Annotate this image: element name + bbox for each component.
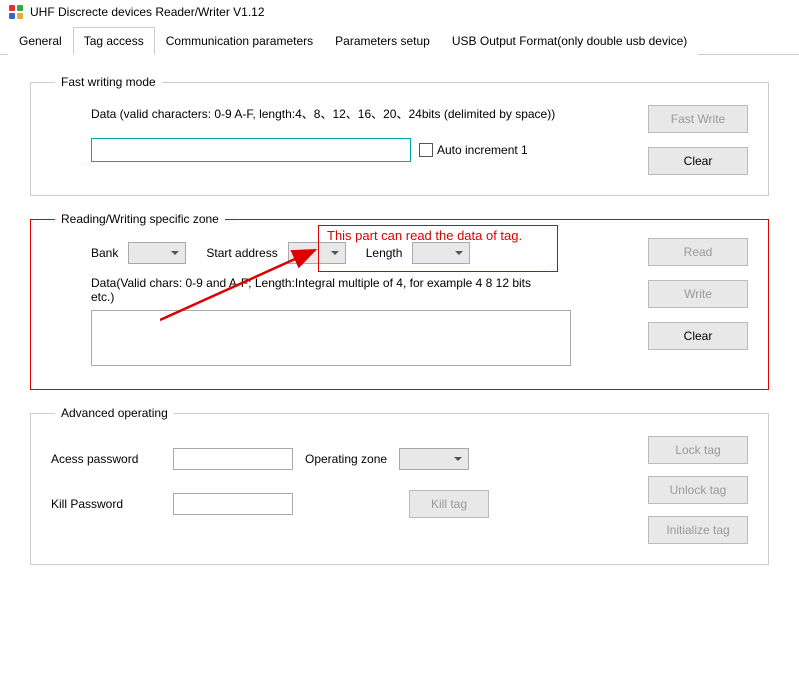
advanced-legend: Advanced operating (55, 406, 174, 420)
tab-tag-access[interactable]: Tag access (73, 27, 155, 55)
fast-data-label: Data (valid characters: 0-9 A-F, length:… (91, 105, 648, 122)
auto-increment-checkbox[interactable] (419, 143, 433, 157)
auto-increment-label: Auto increment 1 (437, 143, 528, 157)
tab-general[interactable]: General (8, 27, 73, 55)
operating-zone-label: Operating zone (305, 452, 387, 466)
tab-parameters-setup[interactable]: Parameters setup (324, 27, 441, 55)
fast-writing-group: Fast writing mode Data (valid characters… (30, 75, 769, 196)
title-bar: UHF Discrecte devices Reader/Writer V1.1… (0, 0, 799, 24)
auto-increment-checkbox-wrap[interactable]: Auto increment 1 (419, 143, 528, 157)
access-password-label: Acess password (51, 452, 161, 466)
fast-writing-legend: Fast writing mode (55, 75, 162, 89)
specific-clear-button[interactable]: Clear (648, 322, 748, 350)
kill-password-input[interactable] (173, 493, 293, 515)
annotation-text: This part can read the data of tag. (327, 228, 522, 243)
fast-clear-button[interactable]: Clear (648, 147, 748, 175)
unlock-tag-button[interactable]: Unlock tag (648, 476, 748, 504)
tab-content: This part can read the data of tag. Fast… (0, 55, 799, 601)
read-button[interactable]: Read (648, 238, 748, 266)
lock-tag-button[interactable]: Lock tag (648, 436, 748, 464)
write-button[interactable]: Write (648, 280, 748, 308)
annotation-arrow-icon (160, 245, 320, 325)
operating-zone-select[interactable] (399, 448, 469, 470)
tab-communication-parameters[interactable]: Communication parameters (155, 27, 324, 55)
tab-usb-output-format[interactable]: USB Output Format(only double usb device… (441, 27, 698, 55)
bank-label: Bank (91, 246, 118, 260)
access-password-input[interactable] (173, 448, 293, 470)
specific-zone-legend: Reading/Writing specific zone (55, 212, 225, 226)
kill-tag-button[interactable]: Kill tag (409, 490, 489, 518)
advanced-operating-group: Advanced operating Acess password Operat… (30, 406, 769, 565)
initialize-tag-button[interactable]: Initialize tag (648, 516, 748, 544)
app-icon (8, 4, 24, 20)
fast-data-input[interactable] (91, 138, 411, 162)
window-title: UHF Discrecte devices Reader/Writer V1.1… (30, 5, 265, 19)
annotation-callout: This part can read the data of tag. (318, 225, 558, 272)
kill-password-label: Kill Password (51, 497, 161, 511)
tab-bar: General Tag access Communication paramet… (0, 26, 799, 55)
fast-write-button[interactable]: Fast Write (648, 105, 748, 133)
